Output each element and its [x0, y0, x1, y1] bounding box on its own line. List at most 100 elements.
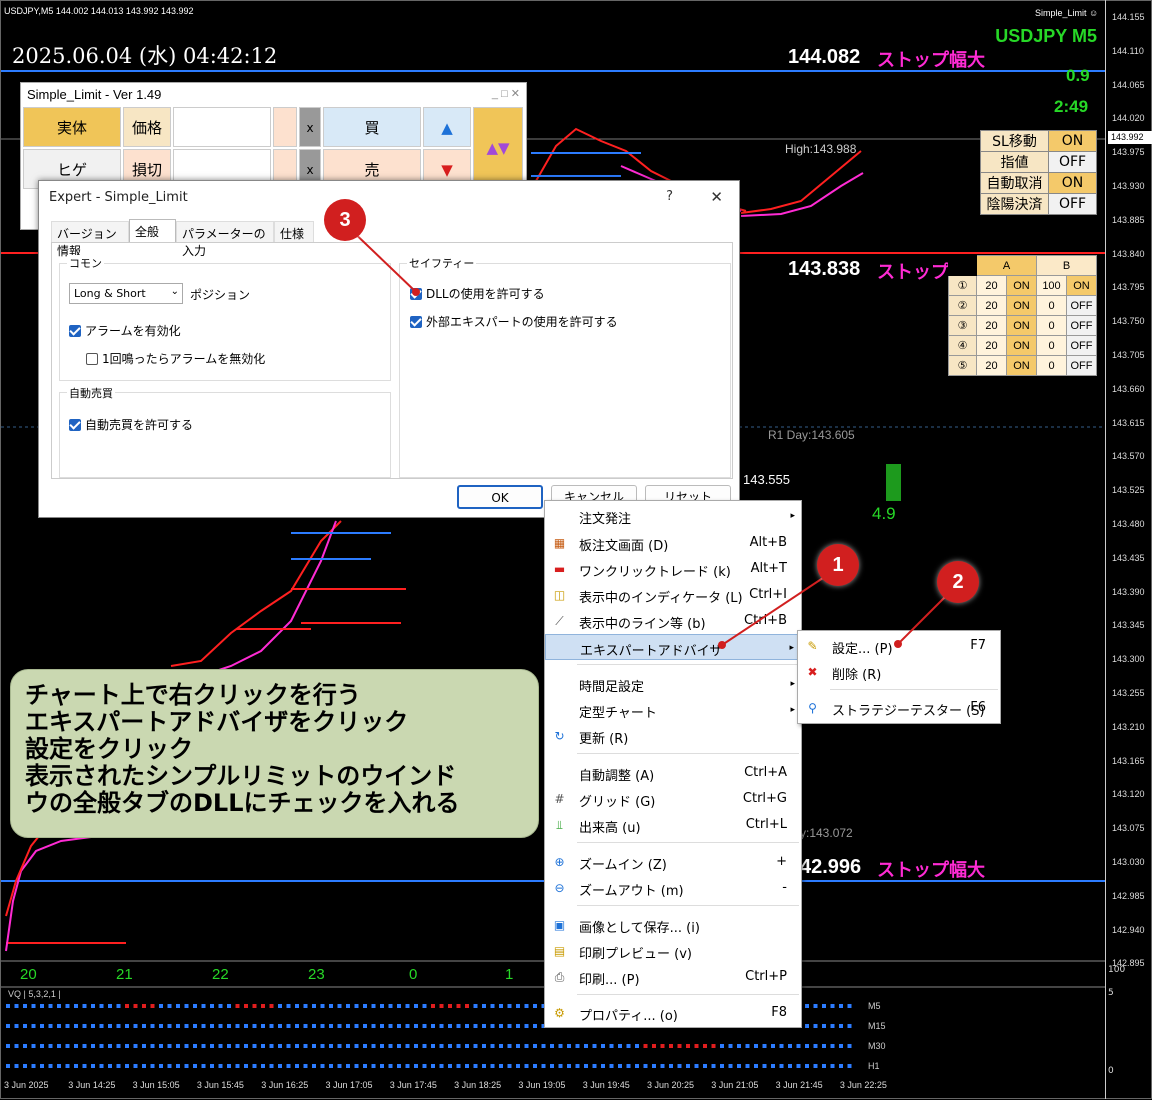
menu-item-indicators[interactable]: ◫ 表示中のインディケータ (L) Ctrl+I	[545, 582, 801, 608]
a-toggle[interactable]: ON	[1006, 335, 1037, 356]
a-value[interactable]: 20	[976, 335, 1007, 356]
tab-general[interactable]: 全般	[129, 219, 176, 242]
candle-close-toggle[interactable]: OFF	[1048, 193, 1097, 215]
ea-name-label: Simple_Limit ☺	[1035, 8, 1098, 18]
vq-dot	[235, 1064, 240, 1068]
menu-item-autoscroll[interactable]: 自動調整 (A) Ctrl+A	[545, 760, 801, 786]
sl-move-toggle[interactable]: ON	[1048, 130, 1097, 152]
vq-dot	[252, 1064, 257, 1068]
refresh-icon: ↻	[554, 729, 565, 743]
a-value[interactable]: 20	[976, 275, 1007, 296]
a-toggle[interactable]: ON	[1006, 275, 1037, 296]
menu-item-templates[interactable]: 定型チャート ▸	[545, 697, 801, 723]
alarm-enable-label: アラームを有効化	[85, 324, 181, 338]
limit-toggle[interactable]: OFF	[1048, 151, 1097, 173]
b-toggle[interactable]: OFF	[1066, 355, 1097, 376]
sub-axis-top: 5	[1108, 988, 1114, 998]
menu-item-grid[interactable]: # グリッド (G) Ctrl+G	[545, 786, 801, 812]
updown-icon[interactable]: ▲▼	[473, 107, 523, 189]
vq-dot	[116, 1024, 121, 1028]
a-value[interactable]: 20	[976, 295, 1007, 316]
submenu-item-settings[interactable]: ✎ 設定... (P) F7	[798, 633, 1000, 659]
vq-dot	[507, 1044, 512, 1048]
b-value[interactable]: 0	[1036, 315, 1067, 336]
vq-dot	[346, 1024, 350, 1028]
vq-dot	[6, 1044, 10, 1048]
b-toggle[interactable]: OFF	[1066, 335, 1097, 356]
b-toggle[interactable]: ON	[1066, 275, 1097, 296]
vq-dot	[337, 1004, 342, 1008]
vq-dot	[108, 1064, 112, 1068]
vq-dot	[116, 1064, 121, 1068]
menu-item-timeframe[interactable]: 時間足設定 ▸	[545, 671, 801, 697]
a-toggle[interactable]: ON	[1006, 315, 1037, 336]
window-controls-icon[interactable]: _ □ ✕	[492, 87, 520, 100]
help-icon[interactable]: ?	[666, 189, 673, 204]
vq-dot	[14, 1004, 19, 1008]
a-toggle[interactable]: ON	[1006, 295, 1037, 316]
menu-item-expert-advisor[interactable]: エキスパートアドバイザ ▸	[545, 634, 801, 660]
vq-dot	[584, 1064, 588, 1068]
auto-trade-checkbox[interactable]: 自動売買を許可する	[69, 416, 193, 433]
menu-item-print[interactable]: ⎙ 印刷... (P) Ctrl+P	[545, 964, 801, 990]
common-group-label: コモン	[67, 255, 104, 271]
close-icon[interactable]: ✕	[710, 188, 723, 206]
vq-dot	[550, 1064, 554, 1068]
tab-specs[interactable]: 仕様	[274, 221, 314, 242]
vq-dot	[346, 1064, 350, 1068]
menu-item-zoom-in[interactable]: ⊕ ズームイン (Z) +	[545, 849, 801, 875]
price-input[interactable]	[173, 107, 271, 147]
b-value[interactable]: 0	[1036, 335, 1067, 356]
clear-price-button[interactable]: x	[299, 107, 321, 147]
menu-item-volume[interactable]: ⫫ 出来高 (u) Ctrl+L	[545, 812, 801, 838]
menu-item-order[interactable]: 注文発注 ▸	[545, 503, 801, 525]
price-axis-label: 144.155	[1112, 12, 1145, 22]
menu-item-properties[interactable]: ⚙ プロパティ... (o) F8	[545, 1000, 801, 1026]
buy-button[interactable]: 買	[323, 107, 421, 147]
b-toggle[interactable]: OFF	[1066, 315, 1097, 336]
current-price-tag: 143.992	[1108, 131, 1152, 144]
tab-version-info[interactable]: バージョン情報	[51, 221, 129, 258]
alarm-once-checkbox[interactable]: 1回鳴ったらアラームを無効化	[86, 350, 265, 367]
b-value[interactable]: 0	[1036, 295, 1067, 316]
a-value[interactable]: 20	[976, 355, 1007, 376]
menu-item-lines[interactable]: ⟋ 表示中のライン等 (b) Ctrl+B	[545, 608, 801, 634]
vq-dot	[626, 1064, 631, 1068]
alarm-enable-checkbox[interactable]: アラームを有効化	[69, 322, 181, 339]
vq-dot	[482, 1004, 486, 1008]
dll-allow-checkbox[interactable]: DLLの使用を許可する	[410, 285, 545, 302]
vq-dot	[303, 1044, 308, 1048]
ok-button[interactable]: OK	[457, 485, 543, 509]
price-axis[interactable]: 144.155 144.110 144.065 144.020 143.975 143.9…	[1105, 0, 1152, 1099]
a-toggle[interactable]: ON	[1006, 355, 1037, 376]
vq-dot	[184, 1044, 189, 1048]
vq-dot	[499, 1064, 503, 1068]
expert-dialog[interactable]: Expert - Simple_Limit ? ✕ バージョン情報 全般 パラメ…	[38, 180, 740, 518]
vq-dot	[533, 1064, 537, 1068]
menu-item-zoom-out[interactable]: ⊖ ズームアウト (m) -	[545, 875, 801, 901]
submenu-item-remove[interactable]: ✖ 削除 (R)	[798, 659, 1000, 685]
vq-dot	[839, 1064, 843, 1068]
menu-separator	[577, 994, 799, 995]
a-value[interactable]: 20	[976, 315, 1007, 336]
auto-cancel-toggle[interactable]: ON	[1048, 172, 1097, 194]
arrow-up-icon[interactable]: ▲	[423, 107, 471, 147]
b-toggle[interactable]: OFF	[1066, 295, 1097, 316]
expert-submenu[interactable]: ✎ 設定... (P) F7 ✖ 削除 (R) ⚲ ストラテジーテスター (S) F6	[797, 630, 1001, 724]
menu-item-print-preview[interactable]: ▤ 印刷プレビュー (v)	[545, 938, 801, 964]
b-value[interactable]: 0	[1036, 355, 1067, 376]
tab-inputs[interactable]: パラメーターの入力	[176, 221, 274, 258]
menu-item-one-click[interactable]: ▬ ワンクリックトレード (k) Alt+T	[545, 556, 801, 582]
status-key: SL移動	[980, 130, 1049, 152]
submenu-item-tester[interactable]: ⚲ ストラテジーテスター (S) F6	[798, 695, 1000, 721]
vq-dot	[261, 1064, 265, 1068]
menu-item-refresh[interactable]: ↻ 更新 (R)	[545, 723, 801, 749]
menu-item-depth[interactable]: ▦ 板注文画面 (D) Alt+B	[545, 530, 801, 556]
price-axis-label: 144.110	[1112, 45, 1144, 56]
b-value[interactable]: 100	[1036, 275, 1067, 296]
menu-item-save-image[interactable]: ▣ 画像として保存... (i)	[545, 912, 801, 938]
body-button[interactable]: 実体	[23, 107, 121, 147]
context-menu[interactable]: 注文発注 ▸ ▦ 板注文画面 (D) Alt+B ▬ ワンクリックトレード (k) Alt…	[544, 500, 802, 1028]
external-ea-checkbox[interactable]: 外部エキスパートの使用を許可する	[410, 313, 618, 330]
position-select[interactable]: Long & Short ⌄	[69, 283, 183, 304]
